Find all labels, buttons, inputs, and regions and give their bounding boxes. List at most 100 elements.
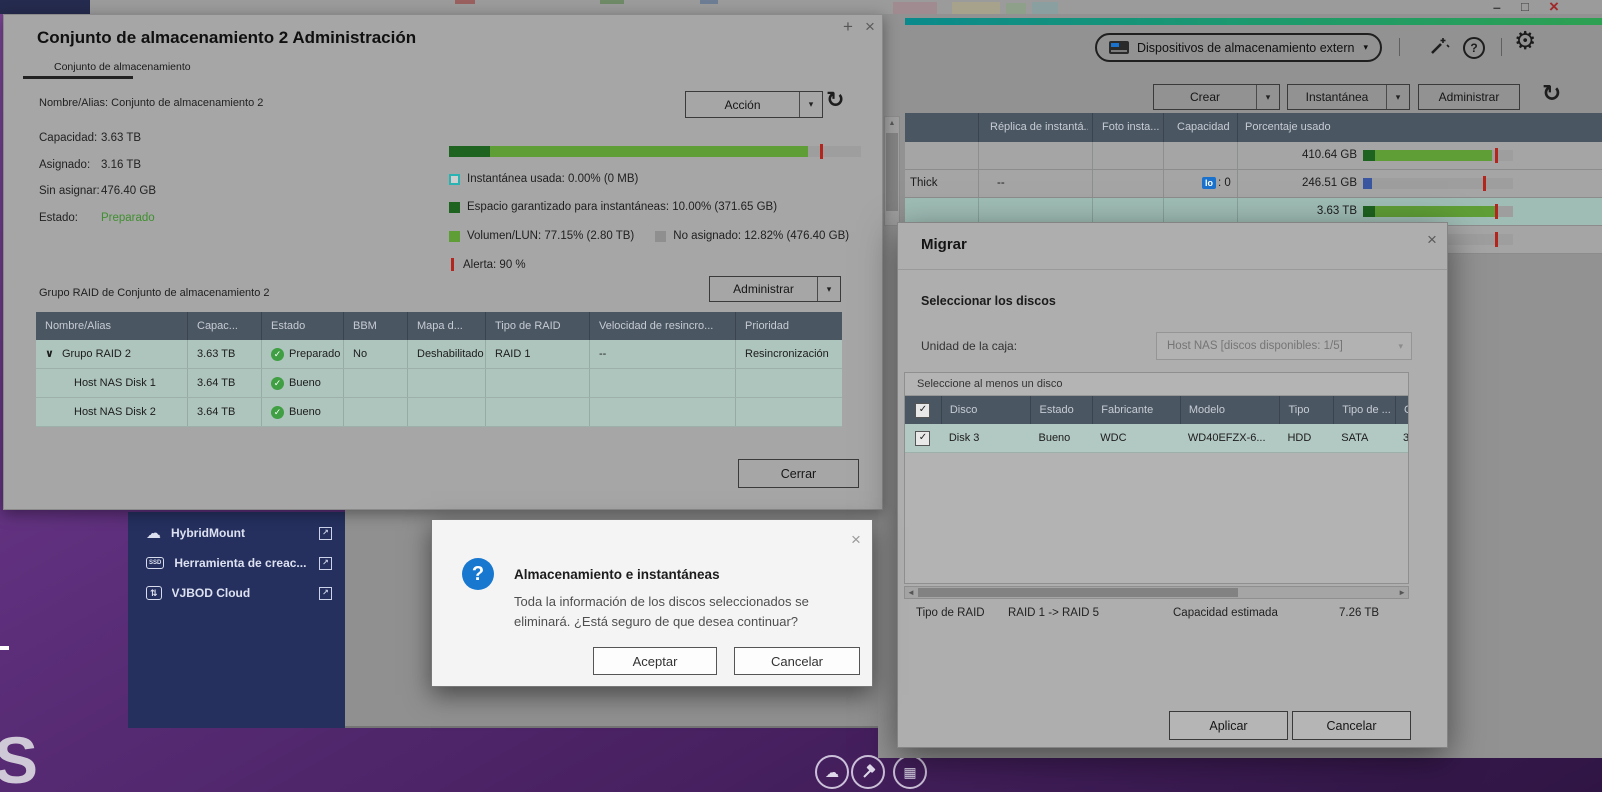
table-cell: WDC	[1092, 424, 1180, 452]
window-maximize-button[interactable]: □	[1521, 0, 1529, 14]
create-label: Crear	[1154, 90, 1256, 104]
cloud-icon[interactable]: ☁	[815, 755, 849, 789]
table-cell: Host NAS Disk 2	[36, 398, 188, 426]
col-header[interactable]: Tipo de ...	[1333, 396, 1395, 424]
external-devices-button[interactable]: Dispositivos de almacenamiento externos …	[1095, 33, 1382, 62]
col-header[interactable]: Réplica de instantá...	[990, 121, 1088, 133]
table-row[interactable]: ✓Disk 3BuenoWDCWD40EFZX-6...HDDSATA3.	[905, 424, 1408, 453]
manage-button[interactable]: Administrar	[1418, 84, 1520, 110]
col-header[interactable]: Estado	[1030, 396, 1092, 424]
confirm-dialog: × ? Almacenamiento e instantáneas Toda l…	[431, 519, 873, 687]
table-row[interactable]: Thick--Io : 0246.51 GB	[905, 170, 1602, 198]
sidebar-item-herramienta-de-creac-[interactable]: SSDHerramienta de creac...↗	[146, 550, 332, 576]
horizontal-scrollbar[interactable]: ◄ ►	[904, 586, 1409, 599]
col-header[interactable]: Tipo	[1279, 396, 1333, 424]
scroll-right-icon[interactable]: ►	[1398, 588, 1406, 597]
table-cell	[486, 369, 590, 397]
close-button[interactable]: Cerrar	[738, 459, 859, 488]
external-link-icon[interactable]: ↗	[319, 557, 332, 570]
drive-icon	[1109, 41, 1129, 54]
vertical-scrollbar[interactable]: ▲	[884, 116, 900, 226]
accept-button[interactable]: Aceptar	[593, 647, 717, 675]
col-header[interactable]: Ca...	[1395, 396, 1408, 424]
chevron-down-icon: ▾	[799, 92, 822, 117]
apply-button[interactable]: Aplicar	[1169, 711, 1288, 740]
col-header[interactable]: Tipo de RAID	[486, 312, 590, 340]
bar-segment	[1363, 178, 1372, 189]
app-grid-icon[interactable]: ▦	[893, 755, 927, 789]
estimated-capacity-label: Capacidad estimada	[1173, 607, 1278, 619]
col-header[interactable]: Mapa d...	[408, 312, 486, 340]
col-header[interactable]: Estado	[262, 312, 344, 340]
bar-segment	[449, 146, 490, 157]
magic-wand-icon[interactable]	[1427, 34, 1451, 63]
legend-row-guaranteed: Espacio garantizado para instantáneas: 1…	[449, 201, 777, 213]
taskbar-block	[893, 2, 937, 14]
table-cell: ∨Grupo RAID 2	[36, 340, 188, 368]
table-row[interactable]: 410.64 GB	[905, 142, 1602, 170]
close-icon[interactable]: ×	[865, 18, 875, 35]
col-header[interactable]: Fabricante	[1092, 396, 1180, 424]
table-cell: No	[344, 340, 408, 368]
table-row[interactable]: Host NAS Disk 23.64 TB✓Bueno	[36, 398, 842, 427]
scrollbar-thumb[interactable]	[886, 133, 898, 211]
col-header[interactable]: Modelo	[1180, 396, 1280, 424]
scroll-left-icon[interactable]: ◄	[907, 588, 915, 597]
external-link-icon[interactable]: ↗	[319, 587, 332, 600]
taskbar-block	[1032, 2, 1058, 14]
chevron-down-icon: ▾	[1363, 42, 1368, 53]
stat-row: Asignado:3.16 TB	[39, 159, 141, 171]
sidebar-item-label: Herramienta de creac...	[174, 556, 309, 570]
scrollbar-thumb[interactable]	[918, 588, 1238, 597]
table-cell	[736, 398, 842, 426]
chevron-down-icon: ▾	[1390, 341, 1411, 352]
table-cell	[344, 398, 408, 426]
snapshot-button[interactable]: Instantánea ▾	[1287, 84, 1410, 110]
col-header[interactable]: Nombre/Alias	[36, 312, 188, 340]
disk-checkbox[interactable]: ✓	[915, 431, 930, 446]
create-button[interactable]: Crear ▾	[1153, 84, 1280, 110]
taskbar-sliver	[455, 0, 475, 4]
cancel-button[interactable]: Cancelar	[734, 647, 860, 675]
close-icon[interactable]: ×	[1427, 231, 1437, 248]
table-cell: ✓Preparado	[262, 340, 344, 368]
cancel-button[interactable]: Cancelar	[1292, 711, 1411, 740]
tab-storage-pool[interactable]: Conjunto de almacenamiento	[54, 61, 191, 73]
gear-icon[interactable]: ⚙	[1514, 26, 1536, 56]
sidebar-item-hybridmount[interactable]: ☁HybridMount↗	[146, 520, 332, 546]
status-ok-icon: ✓	[271, 348, 284, 361]
action-button[interactable]: Acción ▾	[685, 91, 823, 118]
col-header[interactable]: Velocidad de resincro...	[590, 312, 736, 340]
col-header[interactable]: Disco	[941, 396, 1031, 424]
select-all-checkbox[interactable]: ✓	[915, 403, 930, 418]
enclosure-select[interactable]: Host NAS [discos disponibles: 1/5] ▾	[1156, 332, 1412, 360]
hammer-icon[interactable]	[851, 755, 885, 789]
col-header[interactable]: Capac...	[188, 312, 262, 340]
raid-manage-button[interactable]: Administrar ▾	[709, 276, 841, 302]
table-row[interactable]: Host NAS Disk 13.64 TB✓Bueno	[36, 369, 842, 398]
usage-bar	[1363, 206, 1513, 217]
col-header[interactable]: BBM	[344, 312, 408, 340]
cell-capacity: 410.64 GB	[1257, 149, 1357, 161]
stat-value: 3.16 TB	[101, 159, 141, 171]
taskbar-sliver	[700, 0, 718, 4]
tab-underline	[23, 76, 133, 79]
close-icon[interactable]: ×	[851, 530, 861, 550]
help-icon[interactable]: ?	[1463, 37, 1485, 59]
external-link-icon[interactable]: ↗	[319, 527, 332, 540]
cell-replica: --	[997, 177, 1005, 189]
col-header[interactable]: Foto insta...	[1102, 121, 1160, 133]
usage-bar	[1363, 178, 1513, 189]
window-minimize-button[interactable]: –	[1493, 0, 1501, 15]
sidebar-item-vjbod-cloud[interactable]: ⇅VJBOD Cloud↗	[146, 580, 332, 606]
table-cell: ✓Bueno	[262, 369, 344, 397]
refresh-icon[interactable]: ↻	[1542, 80, 1561, 107]
table-row[interactable]: ∨Grupo RAID 23.63 TB✓PreparadoNoDeshabil…	[36, 340, 842, 369]
scroll-up-icon[interactable]: ▲	[885, 117, 899, 131]
col-header[interactable]: Porcentaje usado	[1245, 121, 1331, 133]
col-header[interactable]: Capacidad	[1177, 121, 1235, 133]
col-header[interactable]: Prioridad	[736, 312, 842, 340]
add-tab-icon[interactable]: +	[843, 17, 853, 37]
expand-chevron-icon[interactable]: ∨	[45, 348, 54, 360]
refresh-icon[interactable]: ↻	[826, 87, 844, 113]
